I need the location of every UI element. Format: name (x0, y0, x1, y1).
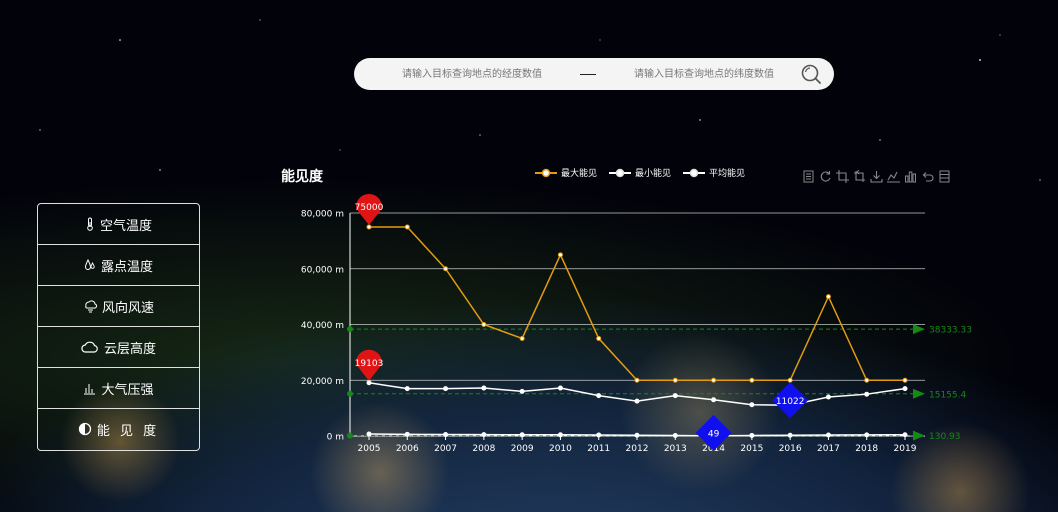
x-tick-label: 2009 (511, 444, 534, 454)
data-point (825, 432, 831, 438)
data-point (443, 266, 449, 272)
x-tick-label: 2005 (358, 444, 381, 454)
data-point (519, 432, 525, 438)
data-point (366, 431, 372, 437)
mark-point-label: 19103 (355, 359, 384, 369)
mark-line-arrow (913, 430, 925, 441)
data-point (902, 377, 908, 383)
mark-line-start (347, 326, 353, 333)
mark-line-start (347, 432, 353, 439)
data-point (443, 386, 449, 392)
data-point (634, 377, 640, 383)
data-point (481, 385, 487, 391)
data-point (366, 380, 372, 386)
mark-line-label: 38333.33 (929, 326, 972, 336)
x-tick-label: 2015 (740, 444, 763, 454)
data-point (711, 377, 717, 383)
mark-point-label: 75000 (355, 203, 384, 213)
data-point (404, 224, 410, 230)
x-tick-label: 2019 (894, 444, 917, 454)
data-point (711, 397, 717, 403)
data-point (672, 377, 678, 383)
x-tick-label: 2011 (587, 444, 610, 454)
data-point (557, 252, 563, 258)
data-point (787, 432, 793, 438)
data-point (864, 377, 870, 383)
mark-line-start (347, 390, 353, 397)
data-point (634, 398, 640, 404)
data-point (864, 432, 870, 438)
data-point (672, 433, 678, 439)
data-point (749, 402, 755, 408)
data-point (864, 391, 870, 397)
y-tick-label: 20,000 m (301, 377, 344, 387)
mark-line-arrow (913, 324, 925, 335)
data-point (519, 388, 525, 394)
data-point (557, 432, 563, 438)
data-point (596, 335, 602, 341)
data-point (596, 393, 602, 399)
x-tick-label: 2010 (549, 444, 572, 454)
y-tick-label: 60,000 m (301, 265, 344, 275)
y-tick-label: 0 m (327, 433, 344, 443)
x-tick-label: 2017 (817, 444, 840, 454)
series-line (369, 226, 905, 381)
data-point (596, 432, 602, 438)
data-point (366, 224, 372, 230)
mark-point-label: 49 (708, 429, 720, 439)
x-tick-label: 2007 (434, 444, 457, 454)
mark-line-label: 15155.4 (929, 390, 966, 400)
data-point (825, 294, 831, 300)
data-point (749, 377, 755, 383)
data-point (787, 377, 793, 383)
data-point (557, 385, 563, 391)
data-point (749, 432, 755, 438)
data-point (481, 322, 487, 327)
data-point (902, 386, 908, 392)
mark-line-arrow (913, 388, 925, 399)
y-tick-label: 80,000 m (301, 210, 344, 220)
data-point (443, 432, 449, 438)
mark-point-label: 11022 (776, 397, 805, 407)
data-point (481, 432, 487, 438)
data-point (672, 393, 678, 399)
mark-line-label: 130.93 (929, 432, 961, 442)
data-point (634, 432, 640, 438)
x-tick-label: 2016 (779, 444, 802, 454)
data-point (825, 394, 831, 400)
visibility-line-chart: 0 m 20,000 m 40,000 m 60,000 m 80,000 m 2005 2… (301, 193, 972, 454)
x-tick-label: 2012 (626, 444, 649, 454)
x-tick-label: 2013 (664, 444, 687, 454)
y-tick-label: 40,000 m (301, 321, 344, 331)
x-tick-label: 2018 (855, 444, 878, 454)
data-point (519, 335, 525, 341)
x-tick-label: 2006 (396, 444, 419, 454)
data-point (404, 431, 410, 437)
x-tick-label: 2008 (472, 444, 495, 454)
data-point (404, 386, 410, 392)
data-point (902, 432, 908, 438)
